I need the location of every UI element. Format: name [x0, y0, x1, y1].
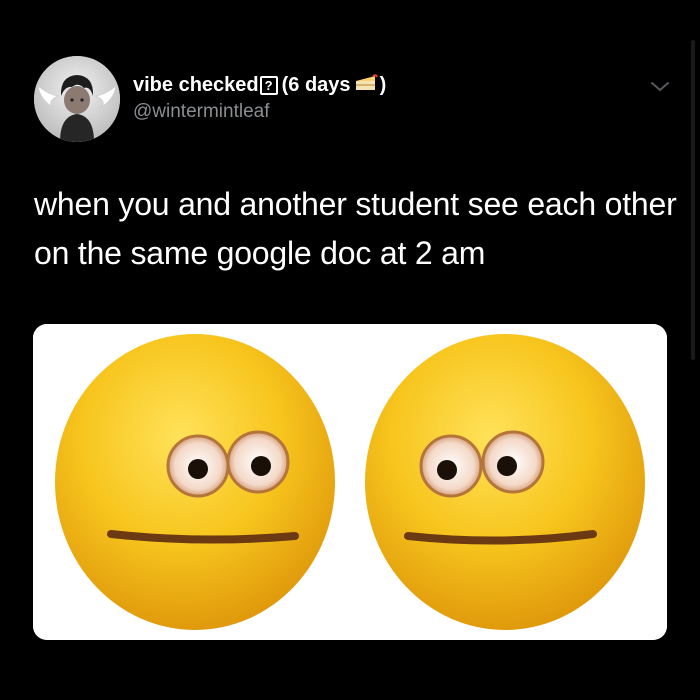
tweet-media-image[interactable] — [33, 324, 667, 640]
scrollbar[interactable] — [691, 40, 695, 360]
name-suffix-close: ) — [379, 74, 387, 96]
display-name-text: vibe checked — [133, 74, 259, 96]
right-emoji-face — [365, 334, 645, 630]
display-name[interactable]: vibe checked ? (6 days ) — [133, 72, 386, 98]
question-box-icon: ? — [259, 75, 278, 95]
chevron-down-icon[interactable] — [649, 80, 671, 94]
cake-icon — [353, 72, 379, 98]
avatar[interactable] — [34, 56, 120, 142]
name-suffix-open: (6 days — [281, 74, 351, 96]
user-handle[interactable]: @wintermintleaf — [133, 101, 270, 123]
tweet-text: when you and another student see each ot… — [34, 186, 677, 271]
left-emoji-face — [55, 334, 335, 630]
tweet-card: vibe checked ? (6 days ) @wintermintleaf… — [0, 0, 700, 700]
